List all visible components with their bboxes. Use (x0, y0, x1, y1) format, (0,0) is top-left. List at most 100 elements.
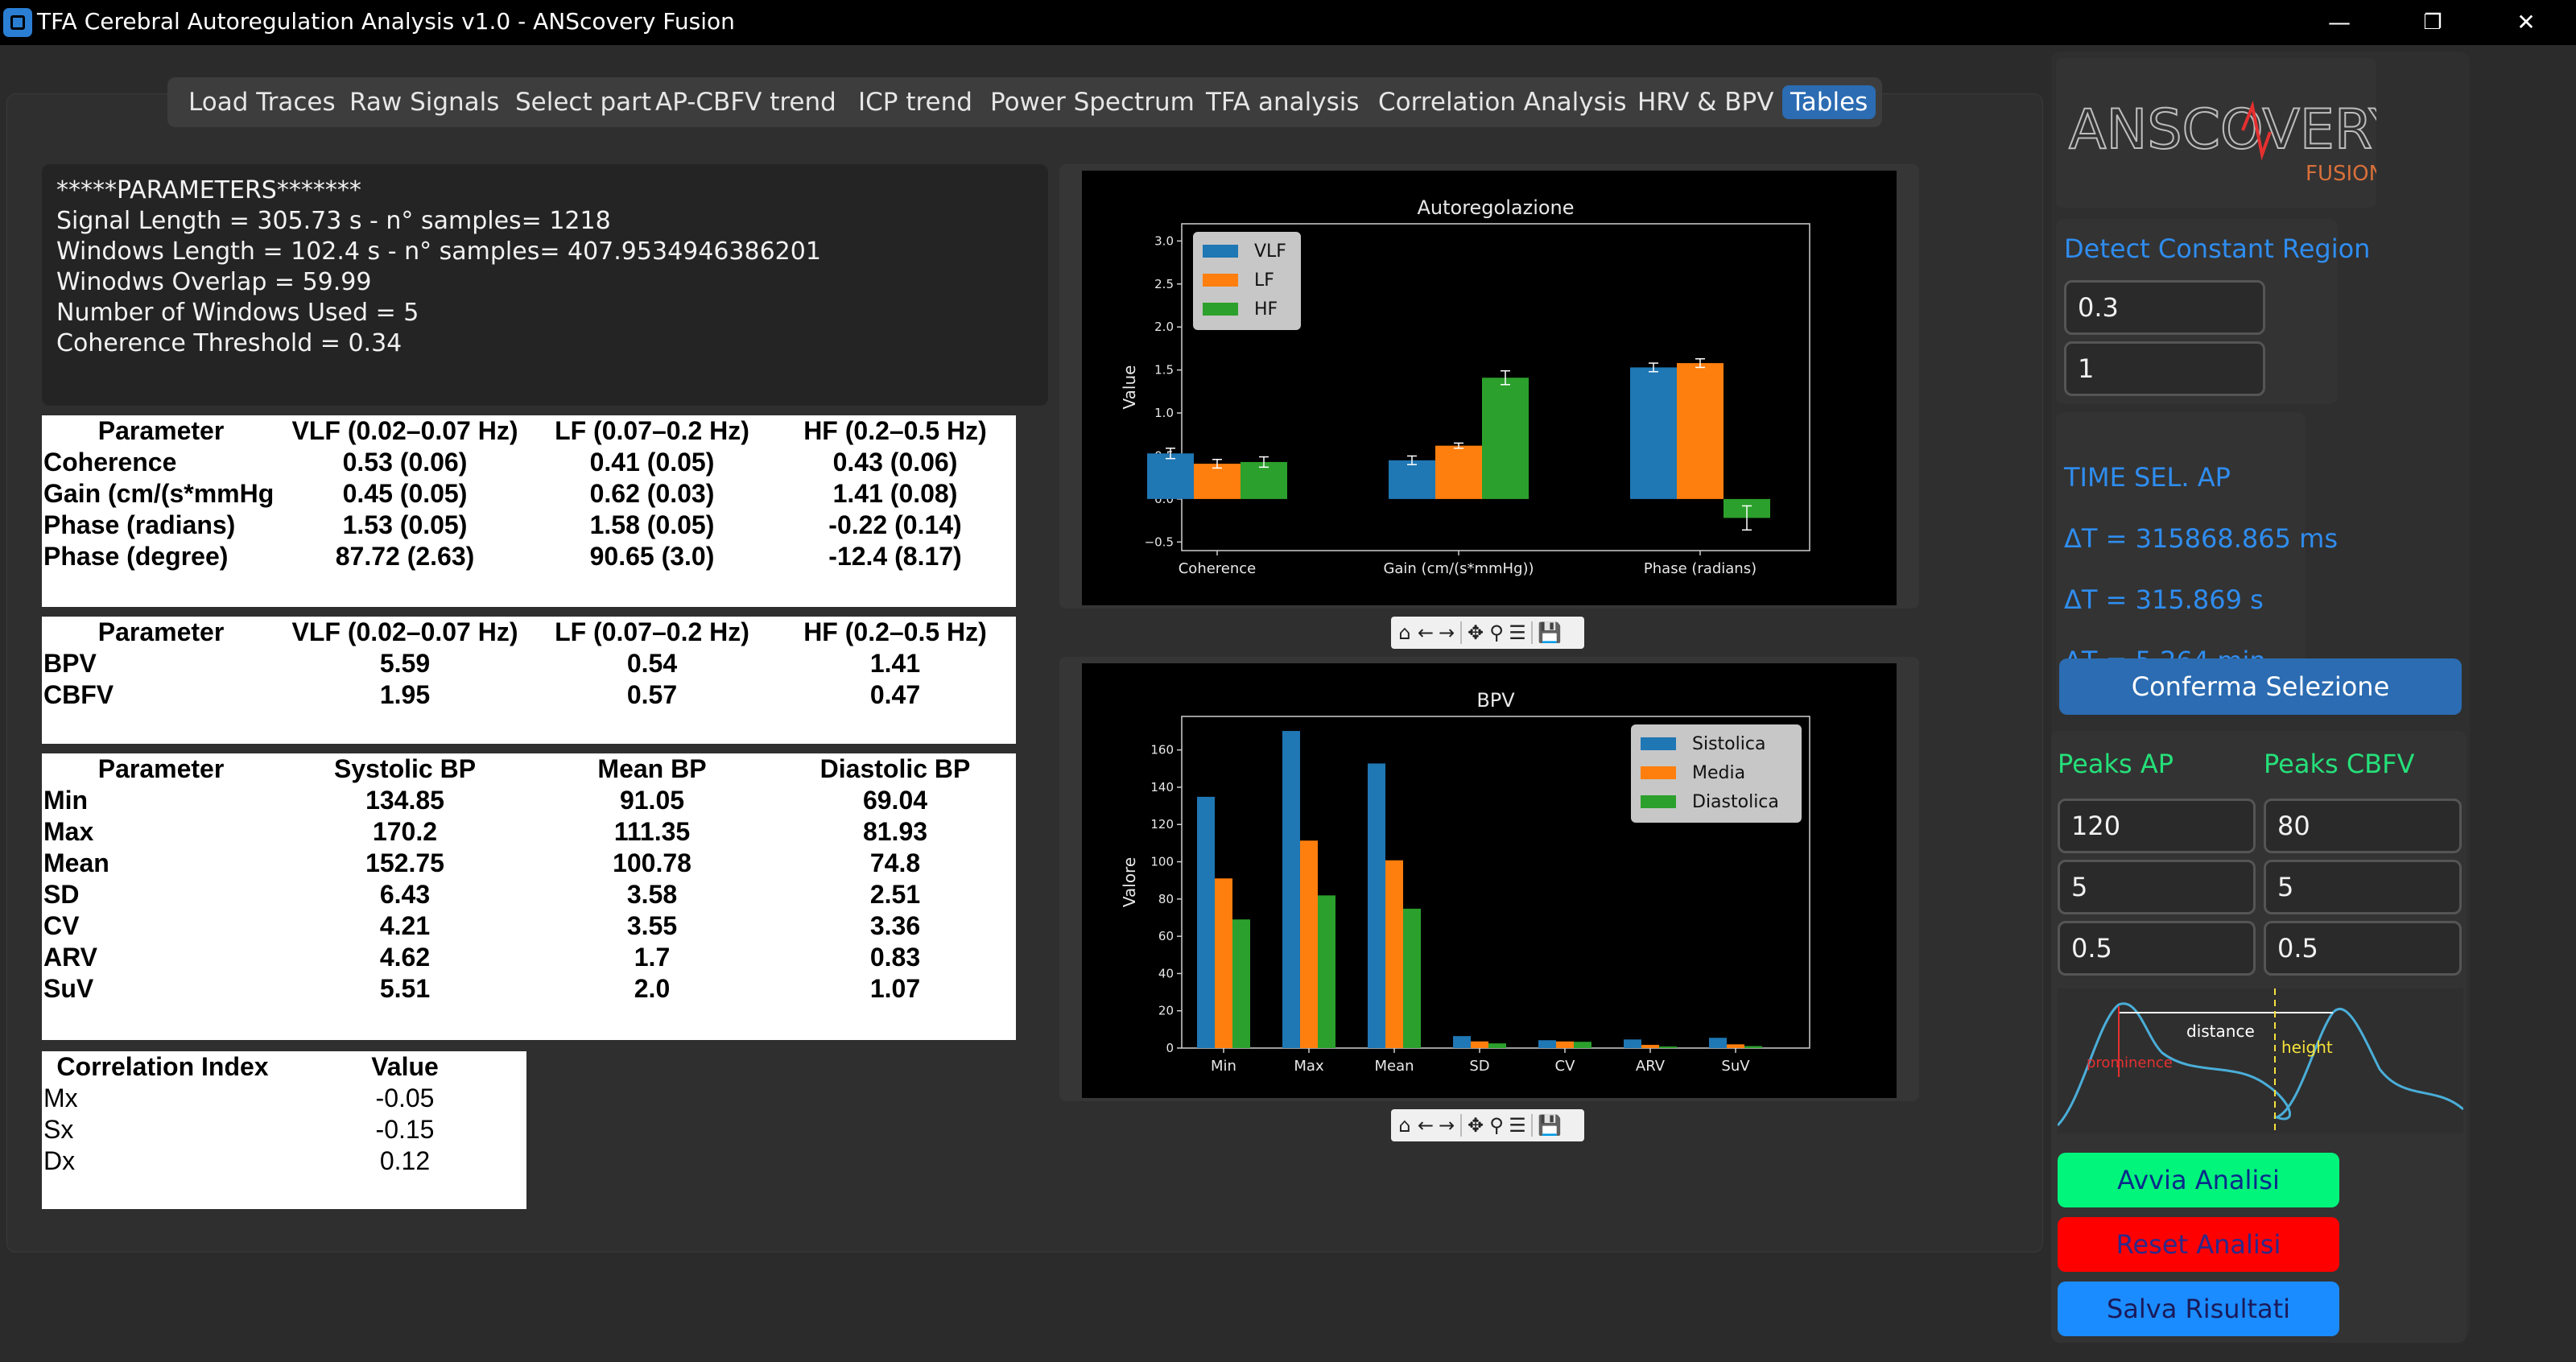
parameters-panel: *****PARAMETERS******* Signal Length = 3… (42, 164, 1048, 406)
table-row: Sx -0.15 (42, 1114, 526, 1145)
tab-ap-cbfv-trend[interactable]: AP-CBFV trend (647, 85, 844, 119)
table-cell: Coherence (43, 448, 177, 477)
reset-analysis-button[interactable]: Reset Analisi (2058, 1217, 2339, 1272)
bar (1453, 1036, 1471, 1048)
table-cell: 3.55 (626, 911, 678, 940)
x-tick-label: Gain (cm/(s*mmHg)) (1383, 560, 1534, 577)
save-icon[interactable]: 💾 (1538, 1111, 1562, 1140)
table-row: ARV 4.62 1.7 0.83 (42, 942, 1016, 973)
tab-hrv-bpv[interactable]: HRV & BPV (1629, 85, 1781, 119)
confirm-selection-button[interactable]: Conferma Selezione (2059, 658, 2462, 715)
save-results-button[interactable]: Salva Risultati (2058, 1282, 2339, 1336)
peak-parameters-diagram: distance height prominence (2056, 988, 2464, 1133)
table-header: Parameter (97, 416, 225, 445)
delta-t-ms: ΔT = 315868.865 ms (2064, 523, 2339, 554)
detect-threshold-input[interactable]: 0.3 (2064, 280, 2265, 335)
tab-tfa-analysis[interactable]: TFA analysis (1198, 85, 1368, 119)
y-axis-label: Value (1120, 365, 1139, 410)
table-cell: ARV (43, 943, 97, 972)
legend-label: Diastolica (1692, 792, 1779, 812)
table-cell: 90.65 (3.0) (589, 542, 715, 571)
chart-title: BPV (1476, 689, 1515, 712)
zoom-icon[interactable]: ⚲ (1486, 1111, 1507, 1140)
table-header: Mean BP (597, 754, 707, 783)
configure-icon[interactable]: ☰ (1507, 618, 1528, 647)
peaks-ap-height-input[interactable]: 120 (2058, 799, 2256, 853)
table-cell: 0.83 (869, 943, 921, 972)
detect-region-panel: Detect Constant Region 0.3 1 (2056, 219, 2370, 404)
zoom-icon[interactable]: ⚲ (1486, 618, 1507, 647)
bar (1727, 1044, 1744, 1048)
table-row: Max 170.2 111.35 81.93 (42, 816, 1016, 848)
toolbar-separator (1460, 621, 1462, 644)
bar (1677, 363, 1724, 499)
legend-swatch (1641, 766, 1676, 779)
table-row: CV 4.21 3.55 3.36 (42, 910, 1016, 942)
table-cell: 0.54 (626, 649, 678, 678)
pan-icon[interactable]: ✥ (1465, 618, 1486, 647)
table-cell: 0.45 (0.05) (342, 479, 468, 508)
table-row: Mean 152.75 100.78 74.8 (42, 848, 1016, 879)
bar (1709, 1038, 1727, 1048)
peaks-cbfv-height-input[interactable]: 80 (2264, 799, 2462, 853)
table-row: Dx 0.12 (42, 1145, 526, 1177)
table-header: Diastolic BP (819, 754, 971, 783)
close-button[interactable]: ✕ (2494, 0, 2558, 45)
table-header-row: Correlation Index Value (42, 1051, 526, 1083)
bar (1194, 464, 1241, 499)
configure-icon[interactable]: ☰ (1507, 1111, 1528, 1140)
autoregulation-chart-area: AutoregolazioneValue−0.50.00.51.01.52.02… (1082, 171, 1897, 605)
minimize-button[interactable]: — (2307, 0, 2372, 45)
detect-constant-region-label: Detect Constant Region (2064, 233, 2371, 264)
table-header: LF (0.07–0.2 Hz) (555, 416, 749, 445)
table-cell: -0.05 (375, 1083, 435, 1112)
home-icon[interactable]: ⌂ (1394, 618, 1415, 647)
table-header: Correlation Index (56, 1052, 269, 1081)
y-tick-label: 80 (1158, 892, 1174, 906)
tab-select-part[interactable]: Select part (507, 85, 659, 119)
tab-icp-trend[interactable]: ICP trend (850, 85, 980, 119)
diagram-height-label: height (2281, 1038, 2333, 1057)
save-icon[interactable]: 💾 (1538, 618, 1562, 647)
table-cell: 3.36 (869, 911, 921, 940)
tab-load-traces[interactable]: Load Traces (180, 85, 344, 119)
tab-raw-signals[interactable]: Raw Signals (341, 85, 507, 119)
run-analysis-button[interactable]: Avvia Analisi (2058, 1153, 2339, 1207)
table-cell: 5.51 (379, 974, 431, 1003)
y-tick-label: 120 (1150, 817, 1174, 832)
y-axis-label: Valore (1120, 857, 1139, 907)
tab-tables[interactable]: Tables (1782, 85, 1876, 119)
table-cell: 4.21 (379, 911, 431, 940)
table-cell: -12.4 (8.17) (828, 542, 962, 571)
peaks-ap-prominence-input[interactable]: 0.5 (2058, 921, 2256, 976)
tfa-table: Parameter VLF (0.02–0.07 Hz) LF (0.07–0.… (42, 415, 1016, 607)
table-header: HF (0.2–0.5 Hz) (803, 416, 987, 445)
back-icon[interactable]: ← (1415, 618, 1436, 647)
table-cell: CV (43, 911, 80, 940)
restore-button[interactable]: ❐ (2401, 0, 2465, 45)
peaks-cbfv-distance-input[interactable]: 5 (2264, 860, 2462, 914)
table-header-row: Parameter Systolic BP Mean BP Diastolic … (42, 753, 1016, 785)
tab-correlation-analysis[interactable]: Correlation Analysis (1370, 85, 1635, 119)
legend-label: Sistolica (1692, 734, 1765, 754)
table-cell: Max (43, 817, 94, 846)
tab-power-spectrum[interactable]: Power Spectrum (982, 85, 1203, 119)
app-icon (3, 8, 32, 37)
detect-window-input[interactable]: 1 (2064, 341, 2265, 396)
peaks-cbfv-prominence-input[interactable]: 0.5 (2264, 921, 2462, 976)
table-cell: 69.04 (862, 786, 928, 815)
peaks-ap-distance-input[interactable]: 5 (2058, 860, 2256, 914)
pan-icon[interactable]: ✥ (1465, 1111, 1486, 1140)
y-tick-label: 20 (1158, 1004, 1174, 1018)
table-row: Mx -0.05 (42, 1083, 526, 1114)
back-icon[interactable]: ← (1415, 1111, 1436, 1140)
table-cell: 1.53 (0.05) (342, 510, 468, 539)
table-header: Systolic BP (333, 754, 477, 783)
forward-icon[interactable]: → (1436, 618, 1457, 647)
table-cell: Dx (43, 1146, 76, 1175)
home-icon[interactable]: ⌂ (1394, 1111, 1415, 1140)
bpv-chart: BPV Valore 0 20 40 60 80 100 120 140 160 Min Max Mean… (1120, 689, 1810, 1075)
forward-icon[interactable]: → (1436, 1111, 1457, 1140)
table-cell: 0.62 (0.03) (589, 479, 715, 508)
table-cell: Phase (radians) (43, 510, 236, 539)
